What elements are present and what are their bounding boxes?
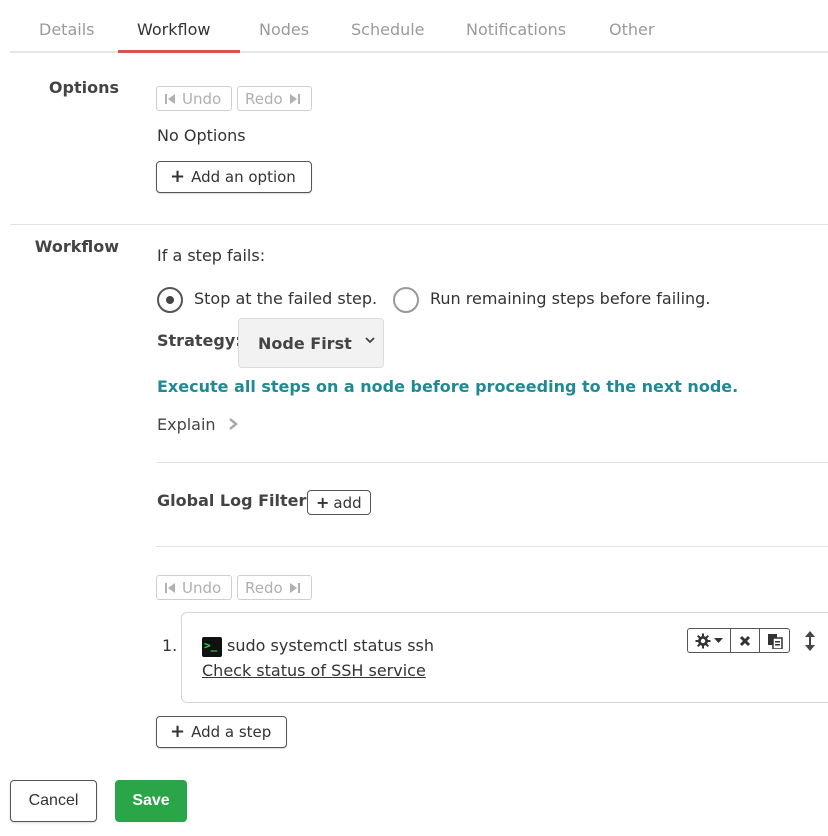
step-settings-dropdown[interactable] <box>688 629 731 652</box>
step-actions-group <box>687 628 790 653</box>
step-description-link[interactable]: Check status of SSH service <box>202 661 426 680</box>
options-redo-button[interactable]: Redo <box>237 86 312 111</box>
step-duplicate-button[interactable] <box>760 629 789 652</box>
strategy-description: Execute all steps on a node before proce… <box>157 377 739 396</box>
undo-label: Undo <box>182 89 222 108</box>
strategy-select[interactable]: Node First <box>238 318 384 368</box>
radio-run-remaining-steps[interactable] <box>393 287 419 313</box>
chevron-right-icon <box>228 418 238 430</box>
divider-log-filters <box>156 462 828 463</box>
section-divider <box>10 224 828 225</box>
add-step-label: Add a step <box>191 723 272 741</box>
step-delete-button[interactable] <box>731 629 760 652</box>
add-filter-label: add <box>333 493 362 512</box>
tab-bar: Details Workflow Nodes Schedule Notifica… <box>10 0 828 53</box>
add-log-filter-button[interactable]: + add <box>307 490 371 515</box>
redo-icon <box>289 93 300 104</box>
step-number: 1. <box>162 636 178 655</box>
tab-details[interactable]: Details <box>39 20 94 39</box>
add-option-button[interactable]: + Add an option <box>156 161 312 193</box>
workflow-step-item[interactable] <box>181 612 828 703</box>
active-tab-indicator <box>118 50 240 53</box>
plus-icon: + <box>170 166 186 187</box>
options-undo-button[interactable]: Undo <box>156 86 232 111</box>
drag-handle-icon[interactable] <box>803 630 817 652</box>
cancel-button[interactable]: Cancel <box>10 780 97 822</box>
step-command[interactable]: sudo systemctl status ssh <box>227 636 434 655</box>
tab-workflow[interactable]: Workflow <box>137 20 210 39</box>
add-option-label: Add an option <box>191 168 296 186</box>
if-step-fails-label: If a step fails: <box>157 246 266 265</box>
steps-undo-button[interactable]: Undo <box>156 575 232 600</box>
plus-icon: + <box>316 492 330 512</box>
strategy-label: Strategy: <box>157 331 242 350</box>
workflow-section-label: Workflow <box>34 237 119 256</box>
close-icon <box>739 635 751 646</box>
tab-notifications[interactable]: Notifications <box>466 20 566 39</box>
undo-icon <box>165 582 175 593</box>
tab-nodes[interactable]: Nodes <box>259 20 309 39</box>
undo-icon <box>165 93 175 104</box>
strategy-selected-value: Node First <box>258 333 352 353</box>
radio-stop-label[interactable]: Stop at the failed step. <box>194 289 377 308</box>
redo-label: Redo <box>245 578 283 597</box>
tab-other[interactable]: Other <box>609 20 654 39</box>
explain-toggle[interactable]: Explain <box>157 415 239 434</box>
plus-icon: + <box>170 721 186 742</box>
add-step-button[interactable]: + Add a step <box>156 716 287 748</box>
redo-label: Redo <box>245 89 283 108</box>
save-button[interactable]: Save <box>115 780 187 822</box>
terminal-icon: >_ <box>202 637 222 657</box>
global-log-filters-label: Global Log Filters <box>157 491 316 510</box>
steps-redo-button[interactable]: Redo <box>237 575 312 600</box>
divider-steps <box>156 546 828 547</box>
copy-icon <box>767 633 783 649</box>
radio-stop-at-failed-step[interactable] <box>157 287 183 313</box>
options-section-label: Options <box>48 78 119 97</box>
explain-label: Explain <box>157 415 216 434</box>
chevron-down-icon <box>365 337 375 344</box>
no-options-text: No Options <box>157 126 246 145</box>
redo-icon <box>289 582 300 593</box>
undo-label: Undo <box>182 578 222 597</box>
tab-schedule[interactable]: Schedule <box>351 20 425 39</box>
gear-icon <box>695 633 711 648</box>
caret-down-icon <box>714 637 723 643</box>
radio-run-label[interactable]: Run remaining steps before failing. <box>430 289 710 308</box>
